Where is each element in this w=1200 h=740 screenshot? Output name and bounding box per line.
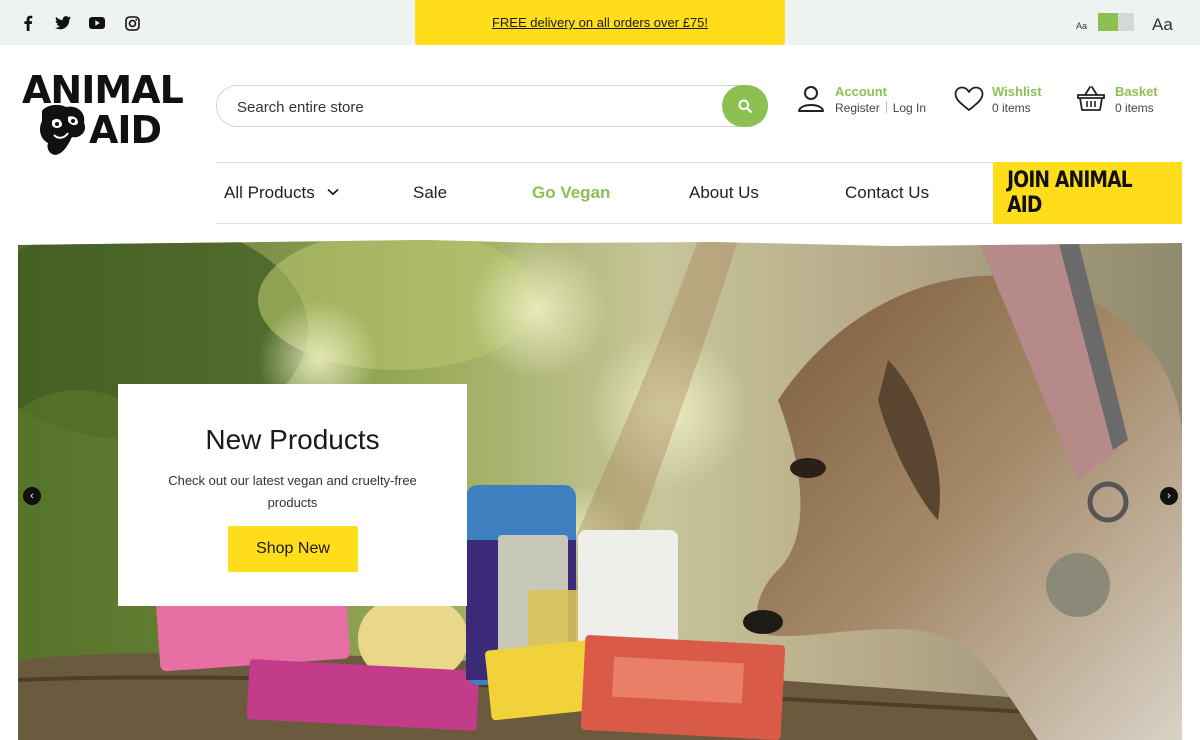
- join-button-label: JOIN ANIMAL AID: [1007, 168, 1133, 218]
- join-button[interactable]: JOIN ANIMAL AID: [993, 162, 1182, 224]
- hero-description: Check out our latest vegan and cruelty-f…: [168, 473, 417, 510]
- instagram-icon[interactable]: [123, 14, 141, 32]
- promo-link[interactable]: FREE delivery on all orders over £75!: [492, 15, 708, 30]
- youtube-icon[interactable]: [88, 14, 106, 32]
- wishlist-menu: Wishlist 0 items: [954, 84, 1054, 124]
- divider: [885, 101, 887, 113]
- top-bar: FREE delivery on all orders over £75! Aa…: [0, 0, 1200, 45]
- account-link[interactable]: Account: [835, 84, 887, 99]
- search-input[interactable]: [237, 96, 697, 118]
- basket-icon[interactable]: [1077, 84, 1105, 112]
- nav-contact-us[interactable]: Contact Us: [845, 183, 929, 203]
- search-icon: [738, 99, 752, 113]
- chevron-right-icon: ›: [1167, 489, 1171, 502]
- main-nav: All Products Sale Go Vegan About Us Cont…: [216, 162, 1182, 224]
- search-bar: [216, 85, 768, 127]
- nav-all-products[interactable]: All Products: [224, 183, 340, 203]
- twitter-icon[interactable]: [54, 14, 72, 32]
- account-icon[interactable]: [797, 84, 825, 112]
- basket-link[interactable]: Basket: [1115, 84, 1158, 99]
- logo-text-aid: AID: [89, 108, 162, 152]
- slider-next-button[interactable]: ›: [1160, 487, 1178, 505]
- slider-prev-button[interactable]: ‹: [23, 487, 41, 505]
- promo-banner: FREE delivery on all orders over £75!: [415, 0, 785, 45]
- search-button[interactable]: [722, 85, 768, 127]
- nav-sale[interactable]: Sale: [413, 183, 447, 203]
- font-size-large-label[interactable]: Aa: [1152, 15, 1173, 35]
- font-size-toggle[interactable]: [1098, 13, 1134, 31]
- shop-new-button[interactable]: Shop New: [228, 526, 358, 572]
- facebook-icon[interactable]: [19, 14, 37, 32]
- nav-go-vegan[interactable]: Go Vegan: [532, 183, 610, 203]
- register-link[interactable]: Register: [835, 101, 880, 115]
- font-size-small-label[interactable]: Aa: [1076, 21, 1087, 31]
- chevron-down-icon: [327, 188, 340, 196]
- account-menu: Account Register Log In: [797, 84, 932, 124]
- nav-about-us[interactable]: About Us: [689, 183, 759, 203]
- toggle-knob: [1098, 13, 1118, 31]
- wishlist-count: 0 items: [992, 101, 1031, 115]
- animal-aid-logo[interactable]: ANIMAL AID: [22, 70, 184, 160]
- basket-menu: Basket 0 items: [1077, 84, 1187, 124]
- heart-icon[interactable]: [954, 86, 984, 112]
- account-sublinks: Register Log In: [835, 101, 926, 115]
- logo-animals-mark: [40, 104, 86, 155]
- chevron-left-icon: ‹: [30, 489, 34, 502]
- basket-count: 0 items: [1115, 101, 1154, 115]
- hero-title: New Products: [205, 424, 380, 455]
- login-link[interactable]: Log In: [893, 101, 926, 115]
- hero-card: New Products Check out our latest vegan …: [118, 384, 467, 606]
- wishlist-link[interactable]: Wishlist: [992, 84, 1042, 99]
- nav-all-products-label: All Products: [224, 183, 315, 202]
